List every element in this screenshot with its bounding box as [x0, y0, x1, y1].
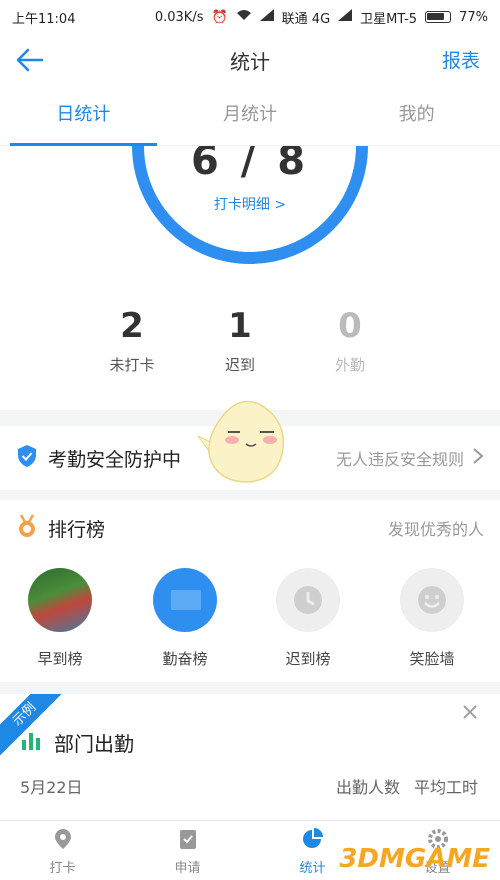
tab-mine[interactable]: 我的: [333, 86, 500, 145]
back-arrow-icon[interactable]: [12, 42, 48, 78]
checkin-detail-link[interactable]: 打卡明细 >: [0, 194, 500, 214]
col-avg-hours: 平均工时: [413, 778, 478, 797]
department-title-row: 部门出勤: [20, 728, 134, 757]
tab-bar: 日统计 月统计 我的: [0, 86, 500, 146]
stat-not-checked[interactable]: 2 未打卡: [82, 306, 182, 375]
col-attendance-count: 出勤人数: [335, 778, 400, 797]
status-time: 上午11:04: [12, 11, 76, 27]
ranking-label: 排行榜: [48, 518, 106, 541]
stat-field-work[interactable]: 0 外勤: [300, 306, 400, 375]
stat-label: 未打卡: [109, 356, 155, 374]
page-title: 统计: [230, 49, 270, 74]
nav-apply[interactable]: 申请: [125, 821, 250, 880]
medal-icon: [16, 514, 38, 542]
rank-early[interactable]: 早到榜: [10, 568, 110, 669]
mascot-sticker: [197, 400, 285, 483]
nav-label: 申请: [174, 861, 201, 876]
chevron-right-icon: [472, 447, 484, 469]
shield-check-icon: [16, 444, 38, 472]
carrier2: 卫星MT-5: [360, 11, 418, 27]
stat-label: 外勤: [334, 356, 365, 374]
security-label: 考勤安全防护中: [48, 448, 182, 471]
clipboard-check-icon: [179, 830, 196, 849]
location-pin-icon: [54, 829, 71, 849]
department-title: 部门出勤: [54, 732, 134, 756]
nav-label: 打卡: [49, 861, 76, 876]
rank-label: 早到榜: [37, 650, 83, 668]
department-columns: 出勤人数 平均工时: [336, 774, 478, 798]
rank-label: 迟到榜: [285, 650, 331, 668]
battery-level: 77%: [459, 9, 488, 25]
rank-label: 勤奋榜: [162, 650, 208, 668]
diligent-rank-avatar: [153, 568, 217, 632]
watermark-logo: 3DMGAME: [339, 844, 490, 874]
nav-checkin[interactable]: 打卡: [0, 821, 125, 880]
bar-chart-icon: [20, 730, 42, 756]
tab-daily[interactable]: 日统计: [0, 86, 167, 146]
status-bar: 上午11:04 0.03K/s ⏰ 联通 4G 卫星MT-5 77%: [0, 0, 500, 34]
rank-late[interactable]: 迟到榜: [258, 568, 358, 669]
ranking-header[interactable]: 排行榜 发现优秀的人: [0, 500, 500, 556]
ranking-hint: 发现优秀的人: [387, 520, 484, 539]
early-rank-photo: [28, 568, 92, 632]
stat-value: 1: [228, 306, 252, 346]
tab-monthly[interactable]: 月统计: [167, 86, 334, 145]
stat-label: 迟到: [224, 356, 255, 374]
alarm-icon: ⏰: [211, 9, 228, 25]
ranking-section: 排行榜 发现优秀的人 早到榜 勤奋榜 迟到榜 笑脸墙: [0, 500, 500, 682]
signal-icon: [259, 9, 274, 25]
pie-chart-icon: [302, 828, 323, 848]
department-attendance-card: 示例 部门出勤 5月22日 出勤人数 平均工时: [0, 694, 500, 820]
wifi-icon: [236, 9, 252, 25]
carrier1: 联通 4G: [281, 11, 331, 27]
clock-icon: [276, 568, 340, 632]
stat-late[interactable]: 1 迟到: [190, 306, 290, 375]
stat-value: 0: [338, 306, 362, 346]
report-button[interactable]: 报表: [442, 46, 480, 73]
signal-icon: [338, 9, 353, 25]
network-speed: 0.03K/s: [154, 9, 204, 25]
department-date: 5月22日: [20, 778, 83, 797]
checkin-fraction: 6 / 8: [190, 146, 310, 184]
security-hint: 无人违反安全规则: [335, 450, 464, 469]
navbar: 统计 报表: [0, 34, 500, 86]
rank-smile[interactable]: 笑脸墙: [382, 568, 482, 669]
rank-label: 笑脸墙: [409, 650, 455, 668]
rank-diligent[interactable]: 勤奋榜: [135, 568, 235, 669]
close-icon[interactable]: [462, 704, 478, 724]
stat-value: 2: [120, 306, 144, 346]
status-right: 0.03K/s ⏰ 联通 4G 卫星MT-5 77%: [155, 8, 488, 27]
smiley-icon: [400, 568, 464, 632]
daily-summary-card: 6 / 8 打卡明细 > 2 未打卡 1 迟到 0 外勤: [0, 146, 500, 410]
battery-icon: [425, 11, 452, 23]
